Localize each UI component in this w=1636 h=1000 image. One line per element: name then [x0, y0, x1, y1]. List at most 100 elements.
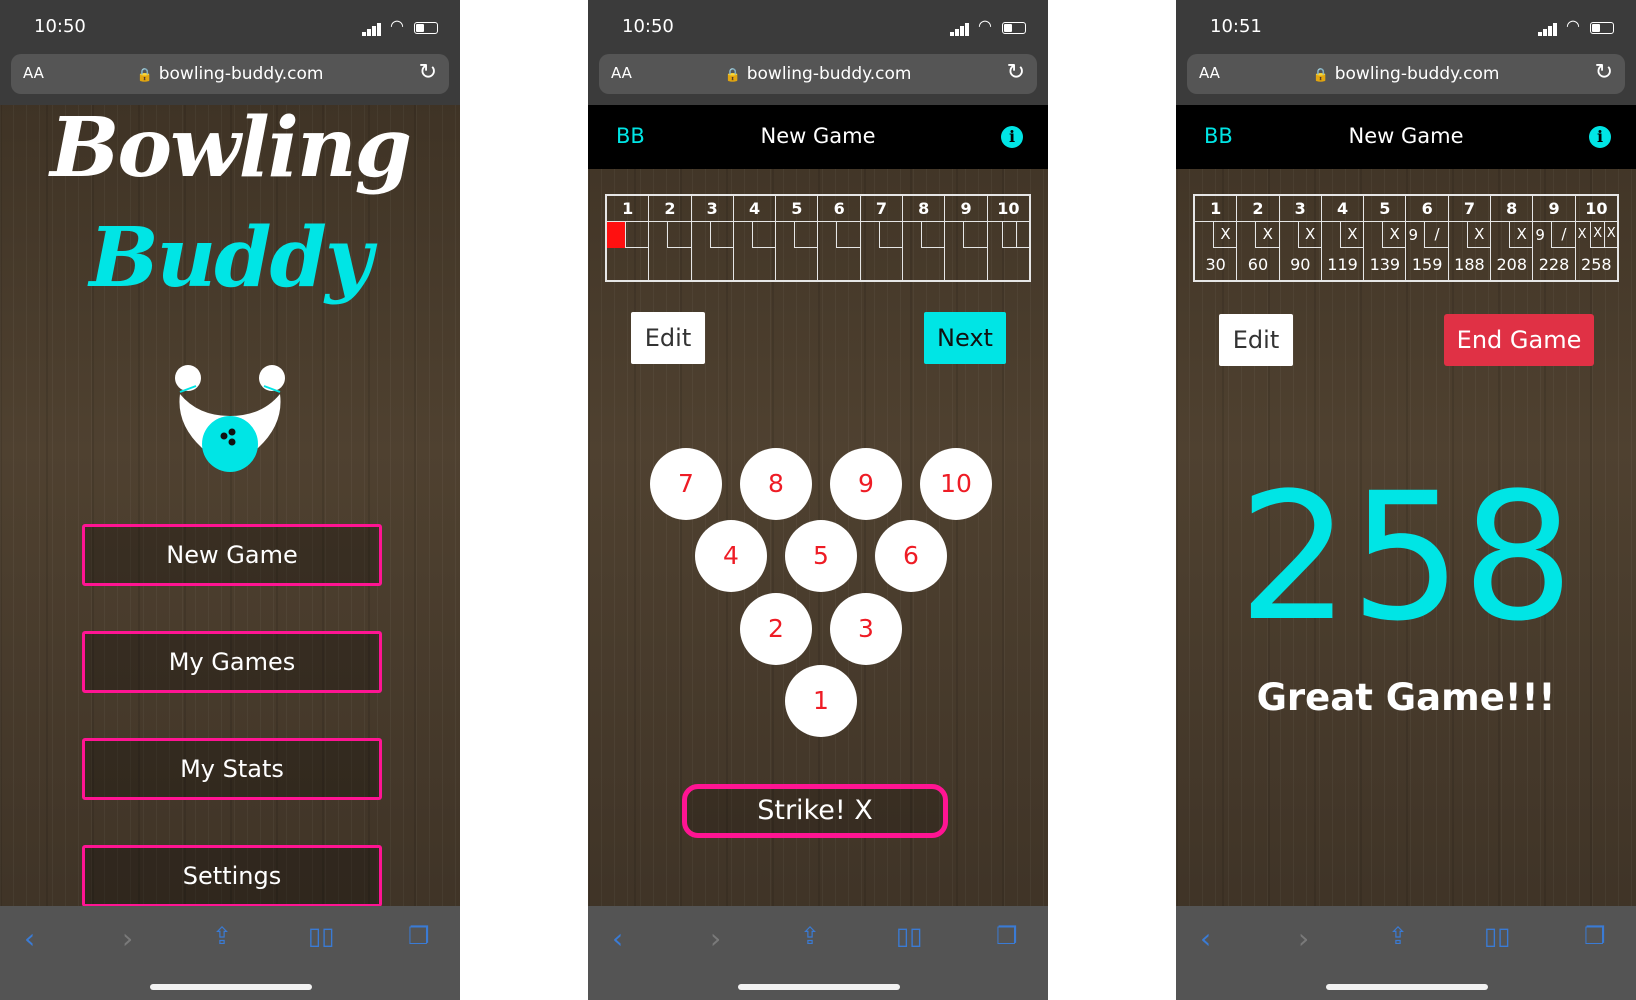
frame[interactable]: 8 X 208: [1491, 196, 1534, 280]
roll-box: [1015, 222, 1030, 248]
frame-number: 4: [733, 196, 776, 222]
roll-box: [1001, 222, 1017, 248]
tabs-icon[interactable]: ❐: [408, 922, 430, 950]
frame-number: 7: [860, 196, 903, 222]
frame-total: 119: [1327, 255, 1358, 274]
frame[interactable]: 10: [987, 196, 1030, 280]
browser-toolbar: ‹ › ⇪ ▯▯ ❐: [1176, 906, 1636, 1000]
frame[interactable]: 9 9/228: [1533, 196, 1576, 280]
pin-5-button[interactable]: 5: [785, 520, 857, 592]
battery-icon: [1590, 22, 1614, 34]
bowling-logo-icon: [175, 365, 285, 472]
frame[interactable]: 7 X 188: [1448, 196, 1492, 280]
settings-button[interactable]: Settings: [82, 845, 382, 907]
status-time: 10:50: [34, 16, 86, 37]
browser-toolbar: ‹ › ⇪ ▯▯ ❐: [588, 906, 1048, 1000]
address-field[interactable]: AA 🔒 bowling-buddy.com ↻: [11, 54, 449, 94]
url-text: bowling-buddy.com: [158, 64, 324, 84]
frame-number: 6: [818, 196, 860, 222]
pin-7-button[interactable]: 7: [650, 448, 722, 520]
current-roll-marker: [607, 222, 626, 248]
pin-2-button[interactable]: 2: [740, 593, 812, 665]
frame[interactable]: 5: [776, 196, 819, 280]
tabs-icon[interactable]: ❐: [996, 922, 1018, 950]
battery-icon: [414, 22, 438, 34]
frame-total: 90: [1290, 255, 1311, 274]
bookmarks-icon[interactable]: ▯▯: [1484, 922, 1510, 950]
address-field[interactable]: AA 🔒 bowling-buddy.com ↻: [599, 54, 1037, 94]
status-time: 10:50: [622, 16, 674, 37]
frame[interactable]: 2 X 60: [1237, 196, 1280, 280]
new-game-button[interactable]: New Game: [82, 524, 382, 586]
frame-number: 2: [649, 196, 691, 222]
reload-icon[interactable]: ↻: [419, 60, 437, 85]
info-icon[interactable]: i: [1589, 126, 1611, 148]
app-title-bowling: Bowling: [50, 100, 412, 196]
frame[interactable]: 5 X 139: [1364, 196, 1407, 280]
frame[interactable]: 1 X 30: [1195, 196, 1238, 280]
pin-9-button[interactable]: 9: [830, 448, 902, 520]
forward-icon[interactable]: ›: [1298, 922, 1309, 955]
frame[interactable]: 4 X 119: [1321, 196, 1365, 280]
share-icon[interactable]: ⇪: [1388, 922, 1408, 950]
pin-4-button[interactable]: 4: [695, 520, 767, 592]
end-game-button[interactable]: End Game: [1444, 314, 1594, 366]
back-icon[interactable]: ‹: [1200, 922, 1211, 955]
frame[interactable]: 2: [649, 196, 692, 280]
pin-6-button[interactable]: 6: [875, 520, 947, 592]
pin-3-button[interactable]: 3: [830, 593, 902, 665]
frame-number: 5: [1364, 196, 1406, 222]
my-games-button[interactable]: My Games: [82, 631, 382, 693]
share-icon[interactable]: ⇪: [212, 922, 232, 950]
frame[interactable]: 6 9 / 159: [1406, 196, 1449, 280]
roll-box: X: [1339, 222, 1364, 248]
frame[interactable]: 9: [945, 196, 988, 280]
frame-number: 9: [1533, 196, 1575, 222]
frame[interactable]: 1: [607, 196, 650, 280]
address-field[interactable]: AA 🔒 bowling-buddy.com ↻: [1187, 54, 1625, 94]
app-header: BB New Game i: [1176, 105, 1636, 169]
my-stats-button[interactable]: My Stats: [82, 738, 382, 800]
frame[interactable]: 3: [691, 196, 734, 280]
edit-button[interactable]: Edit: [631, 312, 705, 364]
forward-icon[interactable]: ›: [710, 922, 721, 955]
result-message: Great Game!!!: [1256, 676, 1556, 719]
frame-total: 258: [1581, 255, 1612, 274]
home-indicator: [150, 984, 312, 990]
next-button[interactable]: Next: [924, 312, 1006, 364]
tabs-icon[interactable]: ❐: [1584, 922, 1606, 950]
forward-icon[interactable]: ›: [122, 922, 133, 955]
reload-icon[interactable]: ↻: [1007, 60, 1025, 85]
frame[interactable]: 10 X X X 258: [1575, 196, 1618, 280]
frame[interactable]: 6: [818, 196, 861, 280]
bookmarks-icon[interactable]: ▯▯: [896, 922, 922, 950]
share-icon[interactable]: ⇪: [800, 922, 820, 950]
frame[interactable]: 8: [903, 196, 946, 280]
frame[interactable]: 7: [860, 196, 904, 280]
roll-box: X: [1213, 222, 1237, 248]
roll-box: X: [1297, 222, 1322, 248]
signal-bar: [1543, 29, 1547, 36]
back-icon[interactable]: ‹: [612, 922, 623, 955]
strike-button[interactable]: Strike! X: [682, 784, 948, 838]
frame[interactable]: 4: [733, 196, 777, 280]
pin-1-button[interactable]: 1: [785, 665, 857, 737]
pin-10-button[interactable]: 10: [920, 448, 992, 520]
roll-box: [836, 222, 861, 248]
bookmarks-icon[interactable]: ▯▯: [308, 922, 334, 950]
roll-box: [667, 222, 692, 248]
frame[interactable]: 3 X 90: [1279, 196, 1322, 280]
frame-number: 1: [1195, 196, 1237, 222]
game-over-screen: 10:51 ◠ AA 🔒 bowling-buddy.com ↻ BB New G…: [1176, 0, 1636, 1000]
frame-total: 159: [1411, 255, 1443, 274]
signal-icon: [1538, 32, 1542, 36]
url-text: bowling-buddy.com: [1334, 64, 1500, 84]
reload-icon[interactable]: ↻: [1595, 60, 1613, 85]
pin-8-button[interactable]: 8: [740, 448, 812, 520]
edit-button[interactable]: Edit: [1219, 314, 1293, 366]
signal-bar: [1553, 23, 1557, 36]
roll-box: [963, 222, 988, 248]
back-icon[interactable]: ‹: [24, 922, 35, 955]
info-icon[interactable]: i: [1001, 126, 1023, 148]
browser-url-bar: AA 🔒 bowling-buddy.com ↻: [1176, 50, 1636, 105]
